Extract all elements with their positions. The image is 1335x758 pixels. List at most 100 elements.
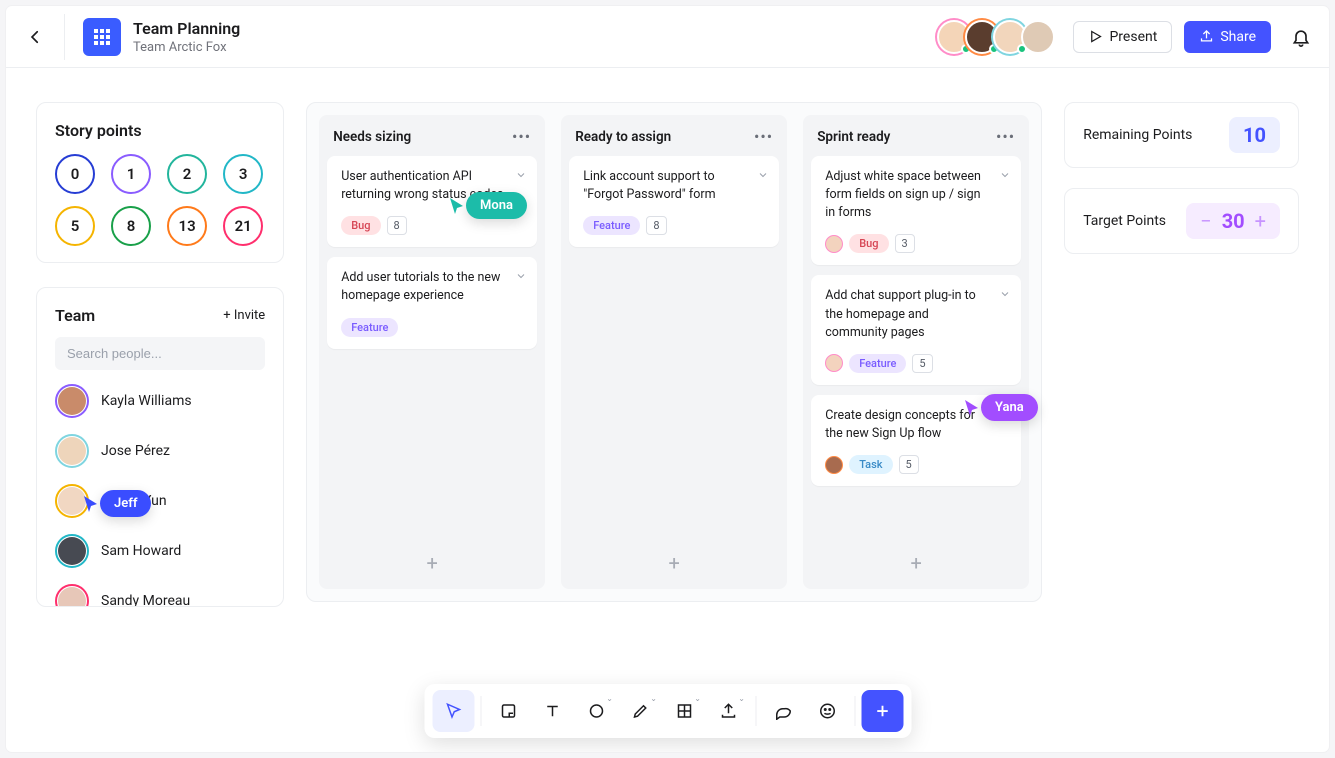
tool-sticker[interactable] bbox=[806, 690, 848, 732]
app-icon bbox=[83, 18, 121, 56]
card-title: Link account support to "Forgot Password… bbox=[583, 168, 765, 204]
team-title: Team bbox=[55, 306, 95, 325]
team-person[interactable]: Aileen Yun bbox=[55, 484, 265, 518]
page-title: Team Planning bbox=[133, 19, 240, 38]
column-title: Sprint ready bbox=[817, 129, 890, 145]
card-points: 5 bbox=[899, 455, 919, 474]
story-point-chip[interactable]: 2 bbox=[167, 154, 207, 194]
card-assignee-avatar bbox=[825, 456, 843, 474]
tool-sticky[interactable] bbox=[487, 690, 529, 732]
team-person[interactable]: Kayla Williams bbox=[55, 384, 265, 418]
page-subtitle: Team Arctic Fox bbox=[133, 40, 240, 55]
separator bbox=[755, 696, 756, 726]
card-points: 8 bbox=[646, 216, 666, 235]
story-point-chip[interactable]: 1 bbox=[111, 154, 151, 194]
chevron-down-icon[interactable] bbox=[757, 166, 769, 185]
column-title: Needs sizing bbox=[333, 129, 411, 145]
board-card[interactable]: Add chat support plug-in to the homepage… bbox=[811, 275, 1021, 384]
column-menu-button[interactable]: ••• bbox=[754, 127, 773, 146]
card-tag: Bug bbox=[341, 216, 380, 235]
card-points: 3 bbox=[895, 234, 915, 253]
board-column: Sprint ready ••• Adjust white space betw… bbox=[803, 115, 1029, 589]
card-tag: Feature bbox=[341, 318, 398, 337]
search-people-input[interactable] bbox=[55, 337, 265, 370]
target-points-label: Target Points bbox=[1083, 213, 1166, 229]
story-point-chip[interactable]: 21 bbox=[223, 206, 263, 246]
board-card[interactable]: Adjust white space between form fields o… bbox=[811, 156, 1021, 265]
target-minus-button[interactable]: − bbox=[1200, 209, 1211, 233]
chevron-down-icon[interactable] bbox=[999, 405, 1011, 424]
card-tag: Feature bbox=[849, 354, 906, 373]
remaining-points-label: Remaining Points bbox=[1083, 127, 1192, 143]
tool-pointer[interactable] bbox=[432, 690, 474, 732]
person-name: Sandy Moreau bbox=[101, 593, 190, 607]
board-card[interactable]: Link account support to "Forgot Password… bbox=[569, 156, 779, 247]
board-card[interactable]: Add user tutorials to the new homepage e… bbox=[327, 257, 537, 348]
person-name: Aileen Yun bbox=[101, 493, 167, 509]
person-name: Jose Pérez bbox=[101, 443, 170, 459]
remaining-points-panel: Remaining Points 10 bbox=[1064, 102, 1299, 168]
story-points-title: Story points bbox=[55, 121, 265, 140]
board-card[interactable]: User authentication API returning wrong … bbox=[327, 156, 537, 247]
invite-button[interactable]: + Invite bbox=[223, 308, 265, 323]
story-point-chip[interactable]: 3 bbox=[223, 154, 263, 194]
tool-upload[interactable]: ⌄ bbox=[707, 690, 749, 732]
tool-add[interactable] bbox=[861, 690, 903, 732]
tool-text[interactable] bbox=[531, 690, 573, 732]
presence-avatars[interactable] bbox=[937, 20, 1055, 54]
chevron-down-icon[interactable] bbox=[515, 166, 527, 185]
card-title: Add user tutorials to the new homepage e… bbox=[341, 269, 523, 305]
separator bbox=[854, 696, 855, 726]
card-title: User authentication API returning wrong … bbox=[341, 168, 523, 204]
target-plus-button[interactable]: + bbox=[1255, 209, 1266, 233]
card-title: Adjust white space between form fields o… bbox=[825, 168, 1007, 222]
card-assignee-avatar bbox=[825, 235, 843, 253]
card-tag: Feature bbox=[583, 216, 640, 235]
target-points-value: 30 bbox=[1222, 209, 1245, 233]
column-add-button[interactable]: + bbox=[327, 545, 537, 581]
separator bbox=[480, 696, 481, 726]
chevron-down-icon[interactable] bbox=[999, 285, 1011, 304]
column-add-button[interactable]: + bbox=[811, 545, 1021, 581]
present-button[interactable]: Present bbox=[1073, 21, 1172, 53]
back-button[interactable] bbox=[24, 26, 46, 48]
story-point-chip[interactable]: 5 bbox=[55, 206, 95, 246]
presence-avatar[interactable] bbox=[1021, 20, 1055, 54]
tool-pencil[interactable]: ⌄ bbox=[619, 690, 661, 732]
card-tag: Bug bbox=[849, 234, 888, 253]
column-add-button[interactable]: + bbox=[569, 545, 779, 581]
column-title: Ready to assign bbox=[575, 129, 671, 145]
card-assignee-avatar bbox=[825, 354, 843, 372]
team-person[interactable]: Sandy Moreau bbox=[55, 584, 265, 607]
board-columns: Needs sizing ••• User authentication API… bbox=[306, 102, 1042, 602]
present-label: Present bbox=[1109, 29, 1157, 45]
card-tag: Task bbox=[849, 455, 892, 474]
story-points-panel: Story points 0123 58 13 21 bbox=[36, 102, 284, 263]
share-label: Share bbox=[1220, 29, 1256, 45]
team-panel: Team + Invite Kayla Williams Jose Pérez Ai… bbox=[36, 287, 284, 607]
toolbar: ⌄ ⌄ ⌄ ⌄ bbox=[424, 684, 911, 738]
team-person[interactable]: Jose Pérez bbox=[55, 434, 265, 468]
share-button[interactable]: Share bbox=[1184, 21, 1271, 53]
person-name: Sam Howard bbox=[101, 543, 181, 559]
chevron-down-icon[interactable] bbox=[999, 166, 1011, 185]
person-name: Kayla Williams bbox=[101, 393, 192, 409]
story-point-chip[interactable]: 8 bbox=[111, 206, 151, 246]
board-column: Needs sizing ••• User authentication API… bbox=[319, 115, 545, 589]
board-card[interactable]: Create design concepts for the new Sign … bbox=[811, 395, 1021, 486]
chevron-down-icon[interactable] bbox=[515, 267, 527, 286]
card-points: 8 bbox=[387, 216, 407, 235]
story-point-chip[interactable]: 13 bbox=[167, 206, 207, 246]
board-column: Ready to assign ••• Link account support… bbox=[561, 115, 787, 589]
tool-comment[interactable] bbox=[762, 690, 804, 732]
story-point-chip[interactable]: 0 bbox=[55, 154, 95, 194]
notifications-button[interactable] bbox=[1291, 27, 1311, 47]
column-menu-button[interactable]: ••• bbox=[512, 127, 531, 146]
tool-table[interactable]: ⌄ bbox=[663, 690, 705, 732]
remaining-points-value: 10 bbox=[1229, 117, 1280, 153]
tool-shape[interactable]: ⌄ bbox=[575, 690, 617, 732]
card-title: Add chat support plug-in to the homepage… bbox=[825, 287, 1007, 341]
column-menu-button[interactable]: ••• bbox=[996, 127, 1015, 146]
target-points-panel: Target Points − 30 + bbox=[1064, 188, 1299, 254]
team-person[interactable]: Sam Howard bbox=[55, 534, 265, 568]
